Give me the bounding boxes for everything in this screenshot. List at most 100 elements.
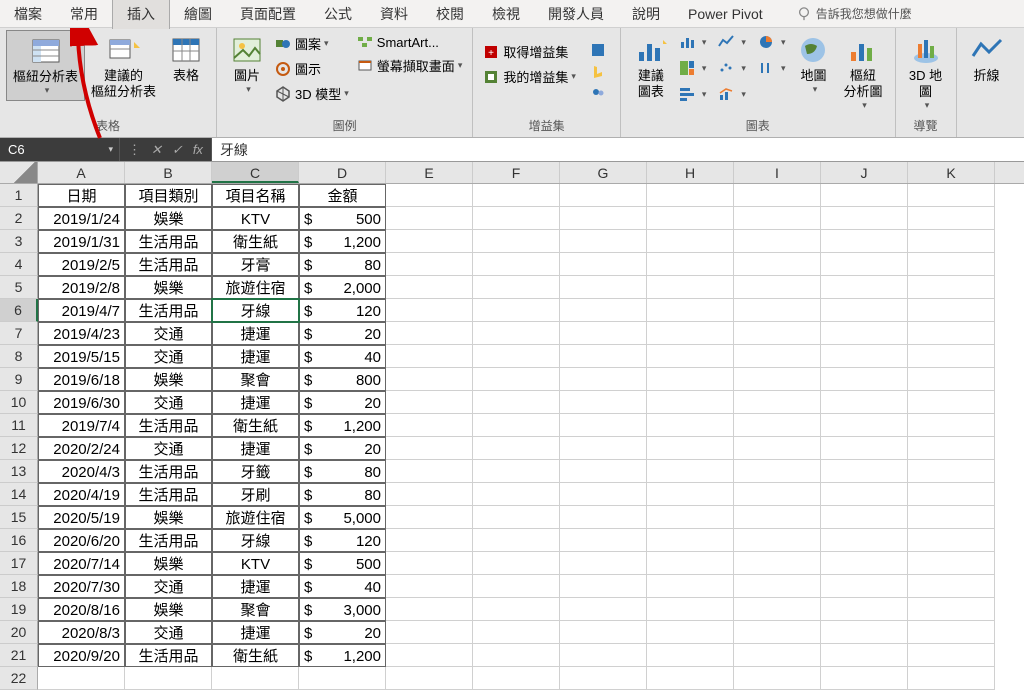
cell[interactable]: [38, 667, 125, 690]
name-box[interactable]: C6▾: [0, 138, 120, 161]
cell[interactable]: [386, 253, 473, 276]
row-header[interactable]: 17: [0, 552, 38, 575]
cell[interactable]: [908, 207, 995, 230]
cell[interactable]: [560, 598, 647, 621]
cell[interactable]: [473, 667, 560, 690]
cell[interactable]: [473, 598, 560, 621]
cell[interactable]: [473, 575, 560, 598]
cell[interactable]: 交通: [125, 345, 212, 368]
cell[interactable]: 牙籤: [212, 460, 299, 483]
cell[interactable]: 項目名稱: [212, 184, 299, 207]
cell[interactable]: $120: [299, 299, 386, 322]
cell[interactable]: 2019/1/31: [38, 230, 125, 253]
cell[interactable]: $3,000: [299, 598, 386, 621]
cell[interactable]: [908, 391, 995, 414]
cell[interactable]: [560, 483, 647, 506]
tab-檢視[interactable]: 檢視: [478, 0, 534, 29]
tab-繪圖[interactable]: 繪圖: [170, 0, 226, 29]
cell[interactable]: 娛樂: [125, 368, 212, 391]
column-header[interactable]: K: [908, 162, 995, 183]
cell[interactable]: 生活用品: [125, 460, 212, 483]
cancel-icon[interactable]: ✕: [151, 142, 162, 158]
3d-models-button[interactable]: 3D 模型▾: [271, 82, 353, 105]
cell[interactable]: $120: [299, 529, 386, 552]
shapes-button[interactable]: 圖案▾: [271, 32, 353, 55]
cell[interactable]: [473, 368, 560, 391]
select-all-corner[interactable]: [0, 162, 38, 183]
cell[interactable]: 衛生紙: [212, 414, 299, 437]
cell[interactable]: [473, 529, 560, 552]
tab-常用[interactable]: 常用: [56, 0, 112, 29]
cell[interactable]: [473, 299, 560, 322]
cell[interactable]: [473, 460, 560, 483]
cell[interactable]: 2020/7/30: [38, 575, 125, 598]
cell[interactable]: [560, 230, 647, 253]
cell[interactable]: $20: [299, 322, 386, 345]
cell[interactable]: 2020/9/20: [38, 644, 125, 667]
row-header[interactable]: 16: [0, 529, 38, 552]
row-header[interactable]: 11: [0, 414, 38, 437]
screenshot-button[interactable]: 螢幕擷取畫面▾: [353, 54, 467, 77]
cell[interactable]: 交通: [125, 575, 212, 598]
tab-開發人員[interactable]: 開發人員: [534, 0, 618, 29]
cell[interactable]: [473, 184, 560, 207]
cell[interactable]: [386, 322, 473, 345]
cell[interactable]: $1,200: [299, 644, 386, 667]
cell[interactable]: 2020/4/3: [38, 460, 125, 483]
cell[interactable]: [734, 667, 821, 690]
cell[interactable]: [560, 437, 647, 460]
cell[interactable]: [473, 506, 560, 529]
cell[interactable]: 2020/5/19: [38, 506, 125, 529]
cell[interactable]: [734, 414, 821, 437]
cell[interactable]: 捷運: [212, 322, 299, 345]
column-header[interactable]: C: [212, 162, 299, 183]
recommended-pivot-button[interactable]: 建議的 樞紐分析表: [85, 30, 162, 104]
cell[interactable]: [560, 345, 647, 368]
cell[interactable]: $20: [299, 391, 386, 414]
cell[interactable]: [734, 368, 821, 391]
row-header[interactable]: 6: [0, 299, 38, 322]
cell[interactable]: $20: [299, 621, 386, 644]
cell[interactable]: [473, 437, 560, 460]
cell[interactable]: [647, 621, 734, 644]
column-header[interactable]: I: [734, 162, 821, 183]
cell[interactable]: [560, 414, 647, 437]
cell[interactable]: [386, 667, 473, 690]
row-header[interactable]: 14: [0, 483, 38, 506]
cell[interactable]: [734, 253, 821, 276]
cell[interactable]: [908, 506, 995, 529]
cell[interactable]: 交通: [125, 322, 212, 345]
scatter-icon[interactable]: ▾: [714, 58, 750, 78]
row-header[interactable]: 8: [0, 345, 38, 368]
cell[interactable]: [908, 667, 995, 690]
cell[interactable]: 牙刷: [212, 483, 299, 506]
cell[interactable]: [821, 299, 908, 322]
pivot-table-button[interactable]: 樞紐分析表 ▾: [6, 30, 85, 101]
cell[interactable]: 生活用品: [125, 253, 212, 276]
cell[interactable]: [821, 529, 908, 552]
tab-校閱[interactable]: 校閱: [422, 0, 478, 29]
cell[interactable]: [647, 345, 734, 368]
cell[interactable]: [473, 207, 560, 230]
cell[interactable]: [647, 414, 734, 437]
cell[interactable]: [560, 575, 647, 598]
cell[interactable]: 2019/4/23: [38, 322, 125, 345]
cell[interactable]: [821, 322, 908, 345]
get-addins-button[interactable]: +取得增益集: [479, 40, 580, 63]
cell[interactable]: [647, 506, 734, 529]
row-header[interactable]: 20: [0, 621, 38, 644]
row-header[interactable]: 22: [0, 667, 38, 690]
cell[interactable]: [473, 253, 560, 276]
combo-chart-icon[interactable]: ▾: [714, 84, 750, 104]
cell[interactable]: [821, 506, 908, 529]
cell[interactable]: [821, 368, 908, 391]
fx-icon[interactable]: fx: [193, 142, 203, 157]
cell[interactable]: [473, 322, 560, 345]
cell[interactable]: [386, 207, 473, 230]
cell[interactable]: 娛樂: [125, 207, 212, 230]
cell[interactable]: [560, 621, 647, 644]
row-header[interactable]: 3: [0, 230, 38, 253]
cell[interactable]: [821, 414, 908, 437]
cell[interactable]: 2020/8/3: [38, 621, 125, 644]
cell[interactable]: [647, 437, 734, 460]
